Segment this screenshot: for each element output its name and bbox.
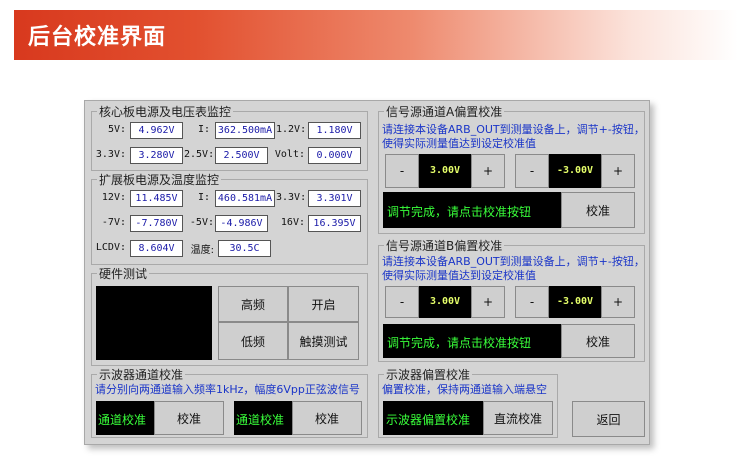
channel-a-right-plus-button[interactable]: + (601, 154, 635, 188)
label-temperature: 温度: (190, 245, 214, 256)
value-3-3v: 3.280V (130, 147, 183, 164)
channel-a-right-minus-button[interactable]: - (515, 154, 549, 188)
ch2-status-label: 通道校准 (236, 413, 285, 427)
ch1-status-label: 通道校准 (98, 413, 147, 427)
value-lcdv: 8.604V (130, 240, 183, 257)
page-title: 后台校准界面 (28, 25, 167, 50)
channel-a-left-plus-button[interactable]: + (471, 154, 505, 188)
channel-b-instruction-1: 请连接本设备ARB_OUT到测量设备上，调节+-按钮， (382, 255, 645, 268)
scope-offset-instruction: 偏置校准，保持两通道输入端悬空 (382, 383, 547, 396)
channel-b-title: 信号源通道B偏置校准 (384, 237, 505, 254)
value-temperature: 30.5C (218, 240, 271, 257)
ch2-calibrate-button[interactable]: 校准 (292, 401, 362, 435)
scope-offset-group: 示波器偏置校准 偏置校准，保持两通道输入端悬空 示波器偏置校准 直流校准 (378, 366, 558, 438)
channel-a-left-minus-button[interactable]: - (385, 154, 419, 188)
value-12v: 11.485V (130, 190, 183, 207)
channel-b-status-box: 调节完成，请点击校准按钮 (383, 324, 561, 358)
core-monitor-group: 核心板电源及电压表监控 5V: 4.962V I: 362.500mA 1.2V… (91, 103, 368, 171)
hardware-test-group: 硬件测试 高频 开启 低频 触摸测试 (91, 265, 368, 366)
return-button[interactable]: 返回 (572, 401, 645, 437)
channel-a-status-box: 调节完成，请点击校准按钮 (383, 192, 561, 228)
channel-b-right-readout: -3.00V (549, 286, 601, 318)
touch-test-button[interactable]: 触摸测试 (288, 322, 359, 360)
label-ext-3-3v: 3.3V: (276, 192, 307, 203)
scope-offset-status: 示波器偏置校准 (386, 413, 471, 427)
scope-channel-title: 示波器通道校准 (97, 366, 186, 383)
channel-b-right-minus-button[interactable]: - (515, 286, 549, 318)
label-lcdv: LCDV: (95, 242, 126, 253)
channel-a-left-readout: 3.00V (419, 154, 471, 188)
channel-b-left-readout: 3.00V (419, 286, 471, 318)
channel-b-left-minus-button[interactable]: - (385, 286, 419, 318)
channel-b-right-value: -3.00V (556, 296, 594, 307)
channel-b-group: 信号源通道B偏置校准 请连接本设备ARB_OUT到测量设备上，调节+-按钮， 使… (378, 237, 645, 362)
channel-b-left-plus-button[interactable]: + (471, 286, 505, 318)
label-1-2v: 1.2V: (276, 124, 307, 135)
value-current: 362.500mA (215, 122, 275, 139)
value-neg7v: -7.780V (130, 215, 183, 232)
high-freq-button[interactable]: 高频 (218, 286, 288, 322)
scope-offset-status-box: 示波器偏置校准 (383, 401, 483, 435)
title-banner: 后台校准界面 (14, 10, 738, 60)
label-5v: 5V: (107, 124, 126, 135)
label-16v: 16V: (280, 217, 305, 228)
label-neg7v: -7V: (101, 217, 126, 228)
scope-channel-group: 示波器通道校准 请分别向两通道输入频率1kHz，幅度6Vpp正弦波信号 通道校准… (91, 366, 368, 438)
value-ext-current: 460.581mA (215, 190, 275, 207)
value-neg5v: -4.986V (215, 215, 268, 232)
scope-offset-title: 示波器偏置校准 (384, 366, 473, 383)
ch1-status-box: 通道校准 (96, 401, 154, 435)
dc-calibrate-button[interactable]: 直流校准 (483, 401, 553, 435)
enable-button[interactable]: 开启 (288, 286, 359, 322)
ext-monitor-title: 扩展板电源及温度监控 (97, 171, 222, 188)
label-3-3v: 3.3V: (95, 149, 126, 160)
value-volt: 0.000V (308, 147, 361, 164)
ch1-calibrate-button[interactable]: 校准 (154, 401, 224, 435)
channel-a-left-value: 3.00V (429, 165, 461, 176)
scope-channel-instruction: 请分别向两通道输入频率1kHz，幅度6Vpp正弦波信号 (95, 383, 360, 396)
channel-a-instruction-1: 请连接本设备ARB_OUT到测量设备上，调节+-按钮， (382, 123, 645, 136)
value-2-5v: 2.500V (215, 147, 268, 164)
core-monitor-title: 核心板电源及电压表监控 (97, 103, 234, 120)
ext-monitor-group: 扩展板电源及温度监控 12V: 11.485V I: 460.581mA 3.3… (91, 171, 368, 265)
label-2-5v: 2.5V: (184, 149, 215, 160)
value-5v: 4.962V (130, 122, 183, 139)
channel-a-calibrate-button[interactable]: 校准 (561, 192, 635, 228)
channel-a-right-value: -3.00V (556, 165, 594, 176)
channel-a-status: 调节完成，请点击校准按钮 (387, 205, 532, 219)
channel-a-title: 信号源通道A偏置校准 (384, 103, 505, 120)
ch2-status-box: 通道校准 (234, 401, 292, 435)
label-12v: 12V: (101, 192, 126, 203)
hardware-test-title: 硬件测试 (97, 265, 150, 282)
label-volt: Volt: (274, 149, 305, 160)
channel-a-instruction-2: 使得实际测量值达到设定校准值 (382, 137, 536, 150)
channel-b-calibrate-button[interactable]: 校准 (561, 324, 635, 358)
test-display-area (96, 286, 212, 360)
calibration-panel: 核心板电源及电压表监控 5V: 4.962V I: 362.500mA 1.2V… (84, 100, 650, 445)
value-16v: 16.395V (308, 215, 361, 232)
value-ext-3-3v: 3.301V (308, 190, 361, 207)
value-1-2v: 1.180V (308, 122, 361, 139)
label-ext-current: I: (197, 192, 210, 203)
channel-b-right-plus-button[interactable]: + (601, 286, 635, 318)
channel-b-instruction-2: 使得实际测量值达到设定校准值 (382, 269, 536, 282)
channel-a-group: 信号源通道A偏置校准 请连接本设备ARB_OUT到测量设备上，调节+-按钮， 使… (378, 103, 645, 234)
channel-a-right-readout: -3.00V (549, 154, 601, 188)
label-neg5v: -5V: (189, 217, 214, 228)
low-freq-button[interactable]: 低频 (218, 322, 288, 360)
label-current: I: (197, 124, 210, 135)
channel-b-left-value: 3.00V (429, 296, 461, 307)
channel-b-status: 调节完成，请点击校准按钮 (387, 336, 532, 350)
